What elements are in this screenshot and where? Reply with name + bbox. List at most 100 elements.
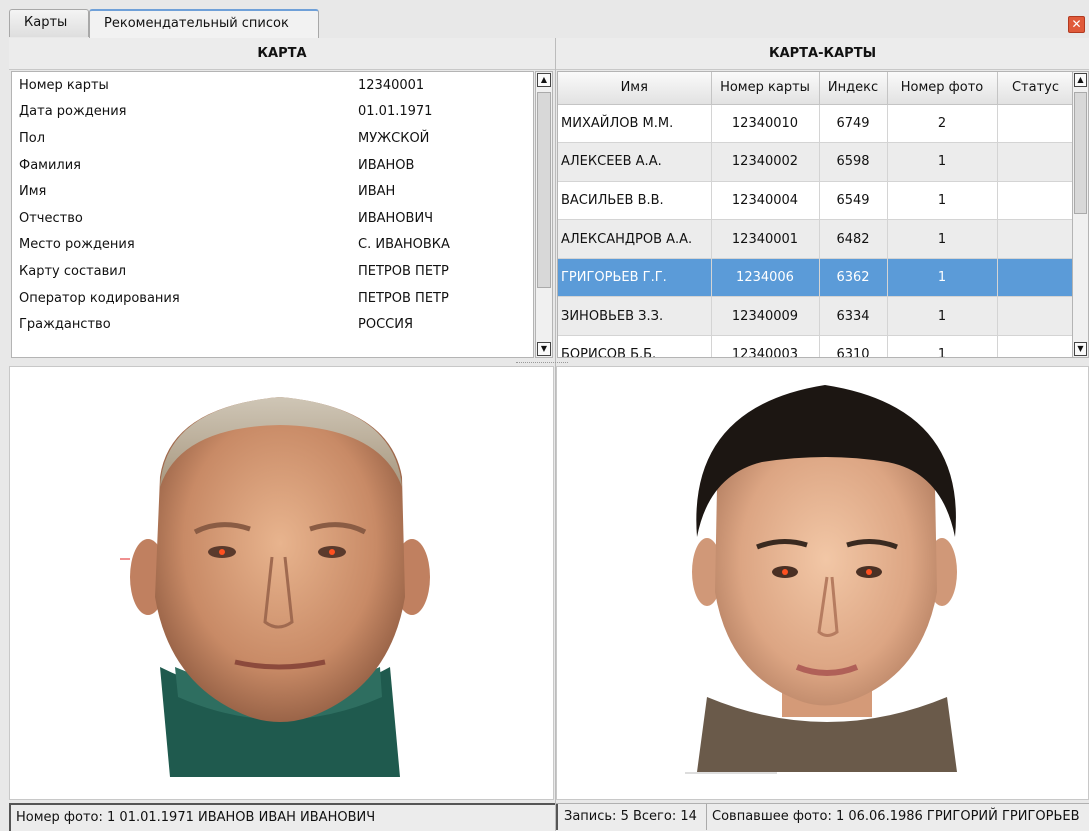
column-header-name[interactable]: Имя [558,72,712,105]
field-label: Имя [19,184,47,200]
table-row[interactable]: АЛЕКСЕЕВ А.А. 12340002 6598 1 [558,142,1072,182]
table-row[interactable]: ЗИНОВЬЕВ З.З. 12340009 6334 1 [558,296,1072,337]
field-value: РОССИЯ [358,317,413,333]
face-image-young-man [685,385,957,774]
list-item: Гражданство РОССИЯ [12,311,533,338]
cell-card: 12340009 [711,296,820,337]
list-item: Фамилия ИВАНОВ [12,152,533,179]
cell-photo: 2 [887,104,998,144]
cell-card: 12340002 [711,142,820,182]
horizontal-splitter[interactable] [516,362,568,365]
field-label: Номер карты [19,77,109,93]
column-header-status[interactable]: Статус [997,72,1072,105]
cell-name: АЛЕКСЕЕВ А.А. [558,142,712,182]
cell-index: 6549 [819,181,888,221]
match-status-bar: Запись: 5 Всего: 14 Совпавшее фото: 1 06.… [556,803,1089,831]
scroll-thumb[interactable] [1074,92,1087,214]
table-row[interactable]: МИХАЙЛОВ М.М. 12340010 6749 2 [558,104,1072,144]
cell-name: ВАСИЛЬЕВ В.В. [558,181,712,221]
table-row[interactable]: АЛЕКСАНДРОВ А.А. 12340001 6482 1 [558,219,1072,259]
field-value: ИВАНОВИЧ [358,210,434,226]
cell-status [997,142,1072,182]
record-counter: Запись: 5 Всего: 14 [556,804,707,830]
scroll-down-icon[interactable]: ▼ [1074,342,1087,356]
field-value: ПЕТРОВ ПЕТР [358,290,449,306]
table-row-selected[interactable]: ГРИГОРЬЕВ Г.Г. 1234006 6362 1 [558,258,1072,298]
tab-cards[interactable]: Карты [9,9,89,37]
cell-name: ЗИНОВЬЕВ З.З. [558,296,712,337]
field-label: Карту составил [19,263,127,279]
card-photo [9,366,554,800]
details-scrollbar[interactable]: ▲ ▼ [535,71,553,358]
scroll-down-icon[interactable]: ▼ [537,342,551,356]
column-header-index[interactable]: Индекс [819,72,888,105]
table-header-row: Имя Номер карты Индекс Номер фото Статус [558,72,1072,105]
card-details-list: Номер карты 12340001 Дата рождения 01.01.1… [11,71,534,358]
match-photo [556,366,1089,800]
scroll-up-icon[interactable]: ▲ [1074,73,1087,87]
scroll-up-icon[interactable]: ▲ [537,73,551,87]
matches-table: Имя Номер карты Индекс Номер фото Статус… [557,71,1073,358]
tab-bar: Карты Рекомендательный список ✕ [0,0,1089,38]
face-image-older-man [120,397,430,777]
cell-status [997,296,1072,337]
cell-name: МИХАЙЛОВ М.М. [558,104,712,144]
match-status-text: Совпавшее фото: 1 06.06.1986 ГРИГОРИЙ ГР… [712,809,1080,824]
card-status-text: Номер фото: 1 01.01.1971 ИВАНОВ ИВАН ИВА… [16,810,376,825]
card-status-bar: Номер фото: 1 01.01.1971 ИВАНОВ ИВАН ИВА… [9,803,555,831]
cell-photo: 1 [887,258,998,298]
cell-card: 12340004 [711,181,820,221]
list-item: Пол МУЖСКОЙ [12,125,533,152]
list-item: Место рождения С. ИВАНОВКА [12,232,533,259]
field-label: Место рождения [19,237,135,253]
cell-card: 12340001 [711,219,820,259]
table-row[interactable]: ВАСИЛЬЕВ В.В. 12340004 6549 1 [558,181,1072,221]
list-item: Карту составил ПЕТРОВ ПЕТР [12,258,533,285]
cell-index: 6482 [819,219,888,259]
cell-card: 1234006 [711,258,820,298]
table-row[interactable]: БОРИСОВ Б.Б. 12340003 6310 1 [558,335,1072,357]
cell-card: 12340003 [711,335,820,357]
cell-name: АЛЕКСАНДРОВ А.А. [558,219,712,259]
cell-name: ГРИГОРЬЕВ Г.Г. [558,258,712,298]
tab-recommendation-list[interactable]: Рекомендательный список [89,9,319,38]
cell-status [997,219,1072,259]
column-header-photo-number[interactable]: Номер фото [887,72,998,105]
field-value: ИВАН [358,184,396,200]
close-icon[interactable]: ✕ [1068,16,1085,33]
field-label: Оператор кодирования [19,290,180,306]
field-label: Пол [19,130,46,146]
field-value: С. ИВАНОВКА [358,237,450,253]
cell-photo: 1 [887,181,998,221]
cell-photo: 1 [887,335,998,357]
table-scrollbar[interactable]: ▲ ▼ [1072,71,1089,358]
cell-name: БОРИСОВ Б.Б. [558,335,712,357]
cell-index: 6334 [819,296,888,337]
field-value: ПЕТРОВ ПЕТР [358,263,449,279]
column-header-card-number[interactable]: Номер карты [711,72,820,105]
list-item: Номер карты 12340001 [12,72,533,99]
field-label: Дата рождения [19,104,127,120]
matches-panel-title: КАРТА-КАРТЫ [556,38,1089,70]
cell-index: 6598 [819,142,888,182]
card-panel-title: КАРТА [9,38,555,70]
field-label: Фамилия [19,157,81,173]
cell-status [997,258,1072,298]
cell-status [997,104,1072,144]
scroll-thumb[interactable] [537,92,551,288]
cell-index: 6310 [819,335,888,357]
field-label: Отчество [19,210,83,226]
cell-index: 6749 [819,104,888,144]
field-label: Гражданство [19,317,111,333]
cell-status [997,181,1072,221]
cell-photo: 1 [887,142,998,182]
cell-index: 6362 [819,258,888,298]
list-item: Имя ИВАН [12,178,533,205]
cell-card: 12340010 [711,104,820,144]
field-value: МУЖСКОЙ [358,130,430,146]
cell-photo: 1 [887,296,998,337]
list-item: Отчество ИВАНОВИЧ [12,205,533,232]
field-value: ИВАНОВ [358,157,415,173]
list-item: Дата рождения 01.01.1971 [12,99,533,126]
field-value: 12340001 [358,77,425,93]
